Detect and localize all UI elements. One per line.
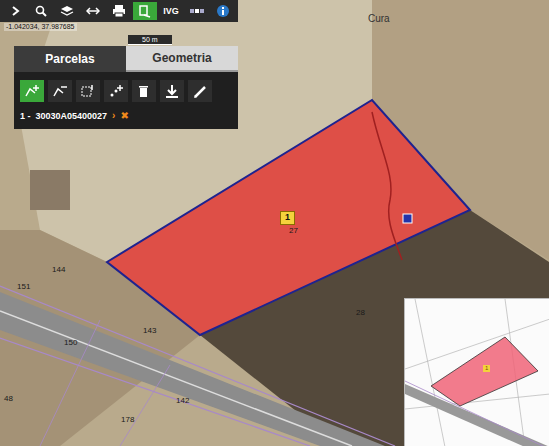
remove-tool[interactable] [48,80,72,102]
edit-icon [192,84,208,99]
remove-icon [52,84,68,99]
map-viewer: Cura 27 144 151 143 150 142 178 48 28 1 IVG -1.04203… [0,0,549,446]
parcel-number: 178 [121,416,134,424]
tab-bar: Parcelas Geometria [14,46,238,72]
parcel-badge[interactable]: 1 [280,211,295,225]
download-icon [164,84,180,99]
delete-icon [136,84,152,99]
place-label: Cura [368,14,390,24]
print-icon [112,4,126,18]
remove-button[interactable]: ✖ [120,110,128,121]
parcel-number: 143 [143,327,156,335]
satellite-icon [190,4,204,18]
addmulti-icon [108,84,124,99]
tab[interactable]: Geometria [126,46,238,72]
add-tool[interactable] [20,80,44,102]
arrow-button[interactable] [3,2,27,20]
parcel-panel: Parcelas Geometria 1 - 30030A05400027 › ✖ [14,46,238,129]
parcel-number: 142 [176,397,189,405]
info-icon [216,4,230,18]
addmulti-tool[interactable] [104,80,128,102]
measure-icon [86,4,100,18]
inset-map-view [405,299,549,446]
select-tool[interactable] [76,80,100,102]
inset-badge: 1 [483,365,490,372]
goto-button[interactable]: › [112,110,115,121]
parcel-number: 151 [17,283,30,291]
parcel-number: 28 [356,309,365,317]
edit-tool[interactable] [188,80,212,102]
search-button[interactable] [29,2,53,20]
satellite-button[interactable] [185,2,209,20]
print-button[interactable] [107,2,131,20]
scale-bar: 50 m [128,35,172,45]
panel-body: 1 - 30030A05400027 › ✖ [14,72,238,129]
tab[interactable]: Parcelas [14,46,126,72]
inset-map: 1 [404,298,549,446]
info-button[interactable] [211,2,235,20]
text-button[interactable]: IVG [159,2,183,20]
search-icon [34,4,48,18]
parcel-number: 150 [64,339,77,347]
layers-button[interactable] [55,2,79,20]
parcel-index: 1 - [20,111,31,121]
measure-button[interactable] [81,2,105,20]
ivg-label: IVG [163,6,179,16]
coordinates: -1.042034, 37.987685 [4,23,77,31]
tab-label: Parcelas [45,52,94,66]
parcel-button[interactable] [133,2,157,20]
add-icon [24,84,40,99]
tool-row [20,80,232,102]
tab-label: Geometria [152,51,211,65]
arrow-icon [8,4,22,18]
download-tool[interactable] [160,80,184,102]
delete-tool[interactable] [132,80,156,102]
parcel-reference: 30030A05400027 [36,111,108,121]
parcel-number: 48 [4,395,13,403]
layers-icon [60,4,74,18]
parcel-icon [138,4,152,18]
toolbar: IVG [0,0,238,22]
parcel-row[interactable]: 1 - 30030A05400027 › ✖ [20,110,232,121]
parcel-number: 144 [52,266,65,274]
parcel-number: 27 [289,227,298,235]
select-icon [80,84,96,99]
